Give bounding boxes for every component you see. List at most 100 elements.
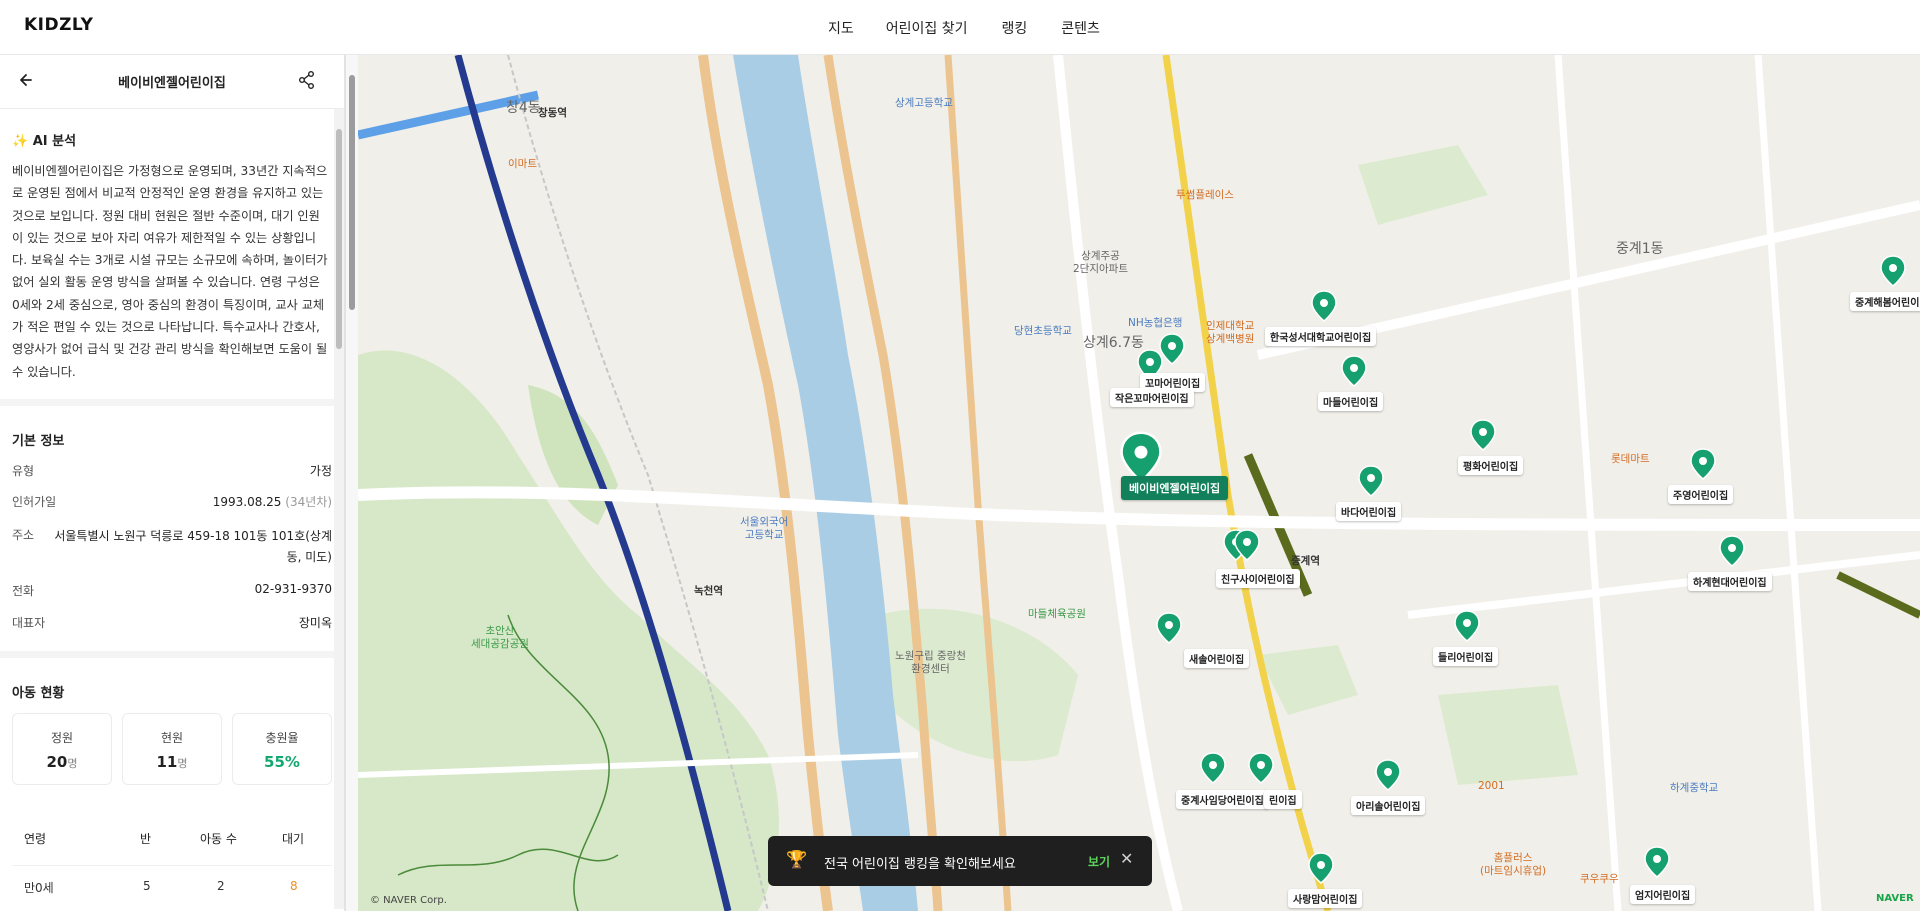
main-nav: 지도 어린이집 찾기 랭킹 콘텐츠 <box>828 18 1100 38</box>
place-hagye-middle[interactable]: 하계중학교 <box>1670 782 1718 795</box>
map-marker-label[interactable]: 친구사이어린이집 <box>1216 569 1300 588</box>
daycare-pin-icon[interactable] <box>1308 852 1334 884</box>
address-label: 주소 <box>12 528 35 542</box>
divider-scroll-thumb[interactable] <box>349 75 355 310</box>
map-marker-label[interactable]: 주영어린이집 <box>1668 485 1734 504</box>
place-sanggye67: 상계6.7동 <box>1083 335 1144 351</box>
section-divider <box>0 399 344 406</box>
info-row-address: 주소 서울특별시 노원구 덕릉로 459-18 101동 101호(상계동, 미… <box>12 526 332 570</box>
toast-view-button[interactable]: 보기 <box>1088 853 1110 870</box>
map-marker-label[interactable]: 중계해봄어린이 <box>1850 292 1920 311</box>
map-marker-label[interactable]: 작은꼬마어린이집 <box>1110 388 1194 407</box>
current-count-card: 현원 11명 <box>122 713 222 785</box>
divider-scrollbar[interactable] <box>345 55 358 911</box>
share-icon[interactable] <box>296 69 318 91</box>
panel-scroll-thumb[interactable] <box>336 129 342 349</box>
place-junggye-station[interactable]: 중계역 <box>1291 555 1320 568</box>
row-children: 2 <box>217 879 225 893</box>
approved-date: 1993.08.25 <box>212 495 282 509</box>
place-sanggye-apt[interactable]: 상계주공 2단지아파트 <box>1073 250 1128 276</box>
daycare-pin-icon[interactable] <box>1234 529 1260 561</box>
daycare-pin-icon[interactable] <box>1358 465 1384 497</box>
ranking-toast: 🏆 전국 어린이집 랭킹을 확인해보세요 보기 ✕ <box>768 836 1152 886</box>
representative-value: 장미옥 <box>298 616 332 630</box>
map-marker-label[interactable]: 린이집 <box>1264 790 1302 809</box>
nav-ranking[interactable]: 랭킹 <box>1002 18 1028 38</box>
daycare-pin-icon[interactable] <box>1470 419 1496 451</box>
map-marker-label[interactable]: 바다어린이집 <box>1336 502 1402 521</box>
toast-message: 전국 어린이집 랭킹을 확인해보세요 <box>824 857 1016 872</box>
daycare-pin-icon[interactable] <box>1690 448 1716 480</box>
map-marker-label[interactable]: 새솔어린이집 <box>1184 649 1250 668</box>
place-nh-bank[interactable]: NH농협은행 <box>1128 317 1182 330</box>
place-junggye1: 중계1동 <box>1616 241 1664 257</box>
daycare-pin-icon[interactable] <box>1644 846 1670 878</box>
address-value: 서울특별시 노원구 덕릉로 459-18 101동 101호(상계동, 미도) <box>54 529 332 564</box>
col-classes: 반 <box>140 832 152 846</box>
table-row: 만0세 5 2 8 <box>12 865 332 905</box>
place-kueku[interactable]: 쿠우쿠우 <box>1580 873 1619 886</box>
place-chanan-park[interactable]: 초안산 세대공감공원 <box>471 625 529 651</box>
place-seoul-foreign[interactable]: 서울외국어 고등학교 <box>740 516 788 542</box>
map-marker-label[interactable]: 중계사임당어린이집 <box>1176 790 1269 809</box>
row-classes: 5 <box>143 879 151 893</box>
daycare-pin-icon[interactable] <box>1375 759 1401 791</box>
ai-analysis-text: 베이비엔젤어린이집은 가정형으로 운영되며, 33년간 지속적으로 운영된 점에… <box>12 164 328 379</box>
map-copyright: © NAVER Corp. <box>370 895 447 906</box>
daycare-pin-icon[interactable] <box>1719 535 1745 567</box>
place-changdong-station[interactable]: 창동역 <box>538 107 567 120</box>
map-marker-label[interactable]: 사랑맘어린이집 <box>1288 889 1363 908</box>
daycare-pin-icon[interactable] <box>1248 752 1274 784</box>
approved-years: (34년차) <box>285 495 332 509</box>
daycare-pin-icon[interactable] <box>1311 290 1337 322</box>
panel-header: 베이비엔젤어린이집 <box>0 55 344 109</box>
map-marker-label[interactable]: 들리어린이집 <box>1433 647 1499 666</box>
place-inje-hospital[interactable]: 인제대학교 상계백병원 <box>1206 320 1254 346</box>
place-homeplus[interactable]: 홈플러스 (마트임시휴업) <box>1480 852 1546 878</box>
col-children: 아동 수 <box>200 832 237 846</box>
place-changdong4: 창4동 <box>506 100 541 116</box>
daycare-pin-icon[interactable] <box>1156 612 1182 644</box>
place-toosung[interactable]: 투썸플레이스 <box>1176 189 1234 202</box>
map-view[interactable]: 창4동 상계6.7동 중계1동 창동역 녹천역 중계역 이마트 롯데마트 상계고… <box>358 55 1920 911</box>
nav-find-daycare[interactable]: 어린이집 찾기 <box>886 18 968 38</box>
place-store-2001[interactable]: 2001 <box>1478 780 1505 793</box>
phone-label: 전화 <box>12 584 35 598</box>
place-lottemart[interactable]: 롯데마트 <box>1611 453 1650 466</box>
place-madeul-park[interactable]: 마들체육공원 <box>1028 608 1086 621</box>
nav-contents[interactable]: 콘텐츠 <box>1061 18 1100 38</box>
map-marker-label[interactable]: 아리솔어린이집 <box>1351 796 1426 815</box>
place-nokcheon-station[interactable]: 녹천역 <box>694 585 723 598</box>
map-marker-label[interactable]: 평화어린이집 <box>1458 456 1524 475</box>
capacity-label: 정원 <box>50 731 74 745</box>
row-waiting: 8 <box>290 879 298 893</box>
panel-scrollbar[interactable] <box>334 109 344 909</box>
row-age: 만0세 <box>24 881 54 895</box>
type-label: 유형 <box>12 464 35 478</box>
section-divider <box>0 651 344 658</box>
place-emart[interactable]: 이마트 <box>508 158 537 171</box>
ai-analysis-title: ✨ AI 분석 <box>12 134 77 149</box>
phone-link[interactable]: 02-931-9370 <box>255 582 332 596</box>
map-marker-label[interactable]: 하계현대어린이집 <box>1688 572 1772 591</box>
close-icon[interactable]: ✕ <box>1120 849 1133 868</box>
capacity-unit: 명 <box>67 757 78 770</box>
fill-rate-card: 충원율 55% <box>232 713 332 785</box>
capacity-value: 20 <box>46 753 68 771</box>
map-marker-label[interactable]: 한국성서대학교어린이집 <box>1265 327 1377 346</box>
daycare-pin-icon[interactable] <box>1341 355 1367 387</box>
naver-logo[interactable]: NAVER <box>1876 893 1914 904</box>
kidzly-logo[interactable]: KIDZLY <box>24 15 93 35</box>
panel-title: 베이비엔젤어린이집 <box>118 76 226 91</box>
nav-map[interactable]: 지도 <box>828 18 854 38</box>
daycare-pin-icon[interactable] <box>1454 610 1480 642</box>
map-marker-label-selected[interactable]: 베이비엔젤어린이집 <box>1121 476 1229 500</box>
map-marker-label[interactable]: 엄지어린이집 <box>1630 885 1696 904</box>
map-marker-label[interactable]: 마들어린이집 <box>1318 392 1384 411</box>
place-dangcheon-school[interactable]: 당현초등학교 <box>1014 325 1072 338</box>
daycare-pin-icon[interactable] <box>1200 752 1226 784</box>
place-sanggye-highschool[interactable]: 상계고등학교 <box>895 97 953 110</box>
type-value: 가정 <box>309 464 332 478</box>
daycare-pin-icon[interactable] <box>1880 255 1906 287</box>
place-nowon-center[interactable]: 노원구립 중랑천 환경센터 <box>895 650 966 676</box>
